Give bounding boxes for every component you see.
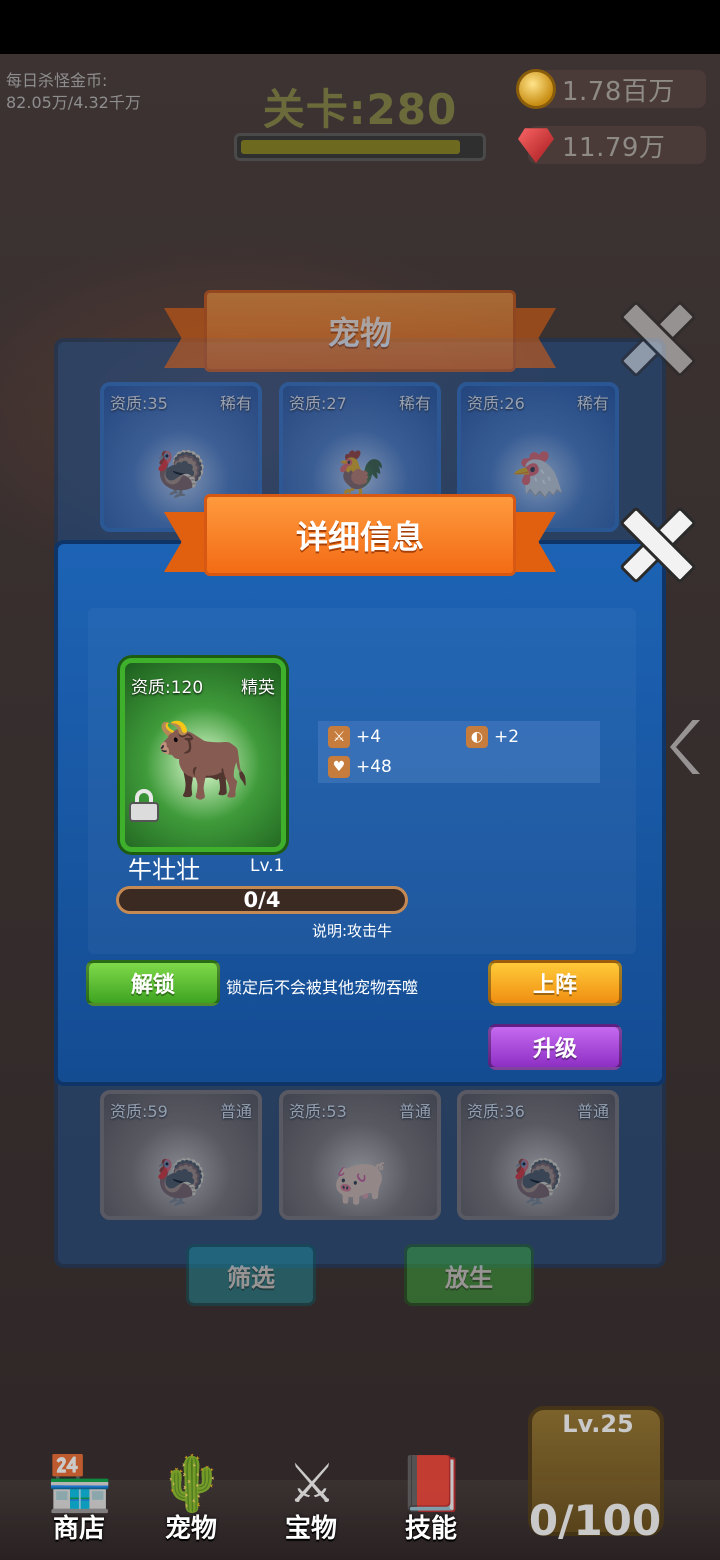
deploy-button[interactable]: 上阵: [488, 960, 622, 1006]
detail-title: 详细信息: [295, 518, 424, 556]
status-bar: [0, 0, 720, 54]
pet-card-quality: 资质:59: [110, 1102, 168, 1121]
chicken-icon: 🐔: [510, 449, 566, 500]
pet-level: Lv.1: [250, 856, 285, 876]
pet-xp-bar: 0/4: [116, 886, 408, 914]
pet-xp-text: 0/4: [243, 888, 281, 912]
gem-counter: 11.79万: [518, 126, 706, 164]
defense-stat: ◐ +2: [466, 726, 519, 748]
turkey-icon: 🦃: [153, 1157, 209, 1208]
shield-icon: ◐: [466, 726, 488, 748]
nav-skills-label: 技能: [404, 1514, 457, 1544]
unlock-button[interactable]: 解锁: [86, 960, 220, 1006]
pet-card-rarity: 稀有: [576, 394, 609, 413]
sword-icon: ⚔: [328, 726, 350, 748]
pet-card-quality: 资质:27: [289, 394, 347, 413]
nav-skills[interactable]: 📕 技能: [376, 1440, 486, 1550]
nav-shop[interactable]: 🏪 商店: [24, 1440, 134, 1550]
gold-value: 1.78百万: [562, 76, 675, 107]
heart-icon: ♥: [328, 756, 350, 778]
pet-card[interactable]: 资质:53 普通 🐖: [279, 1090, 441, 1220]
pet-description: 说明:攻击牛: [312, 922, 393, 940]
daily-gold-label: 每日杀怪金币:: [6, 71, 108, 90]
upgrade-button[interactable]: 升级: [488, 1024, 622, 1070]
nav-treasure-label: 宝物: [284, 1514, 337, 1544]
attack-stat-value: +4: [356, 727, 382, 747]
nav-treasure[interactable]: ⚔ 宝物: [256, 1440, 366, 1550]
pet-panel-close-icon[interactable]: [618, 300, 690, 372]
selected-pet-card: 资质:120 精英 🐂: [120, 658, 286, 852]
pet-card-quality: 资质:120: [131, 678, 204, 698]
pet-panel-title: 宠物: [327, 314, 392, 352]
pet-card-rarity: 普通: [576, 1102, 609, 1121]
pig-icon: 🐖: [332, 1157, 388, 1208]
pet-card[interactable]: 资质:59 普通 🦃: [100, 1090, 262, 1220]
pet-card-quality: 资质:35: [110, 394, 168, 413]
nav-shop-label: 商店: [52, 1514, 105, 1544]
level-title: 关卡:280: [262, 85, 458, 134]
turkey-icon: 🦃: [153, 449, 209, 500]
level-progress-bar: [234, 133, 486, 161]
pet-card[interactable]: 资质:36 普通 🦃: [457, 1090, 619, 1220]
daily-gold-value: 82.05万/4.32千万: [6, 93, 141, 112]
gem-value: 11.79万: [562, 132, 666, 163]
pet-card-quality: 资质:53: [289, 1102, 347, 1121]
daily-gold-info: 每日杀怪金币: 82.05万/4.32千万: [6, 70, 141, 114]
pet-name: 牛壮壮: [128, 856, 200, 884]
nav-pets[interactable]: 🌵 宠物: [136, 1440, 246, 1550]
nav-pets-label: 宠物: [164, 1514, 217, 1544]
defense-stat-value: +2: [494, 727, 520, 747]
pet-card-rarity: 精英: [241, 678, 275, 698]
turkey-icon: 🦃: [510, 1157, 566, 1208]
detail-title-ribbon: 详细信息: [164, 494, 556, 576]
chest-level: Lv.25: [562, 1410, 634, 1438]
pet-card-rarity: 稀有: [219, 394, 252, 413]
pet-card-rarity: 稀有: [398, 394, 431, 413]
level-progress-fill: [241, 140, 461, 154]
gold-counter: 1.78百万: [516, 69, 706, 109]
lock-icon: [129, 789, 159, 823]
pet-card-quality: 资质:36: [467, 1102, 525, 1121]
hp-stat: ♥ +48: [328, 756, 392, 778]
pet-card-rarity: 普通: [398, 1102, 431, 1121]
hp-stat-value: +48: [356, 757, 392, 777]
attack-stat: ⚔ +4: [328, 726, 381, 748]
pet-panel-title-ribbon: 宠物: [164, 290, 556, 372]
filter-button[interactable]: 筛选: [186, 1244, 316, 1306]
pet-card-quality: 资质:26: [467, 394, 525, 413]
pet-card-rarity: 普通: [219, 1102, 252, 1121]
chevron-left-icon[interactable]: [664, 712, 704, 782]
release-button[interactable]: 放生: [404, 1244, 534, 1306]
rooster-icon: 🐓: [332, 449, 388, 500]
gold-coin-icon: [516, 69, 556, 109]
detail-close-icon[interactable]: [618, 506, 690, 578]
lock-note: 锁定后不会被其他宠物吞噬: [226, 978, 419, 997]
chest-count: 0/100: [528, 1496, 662, 1545]
